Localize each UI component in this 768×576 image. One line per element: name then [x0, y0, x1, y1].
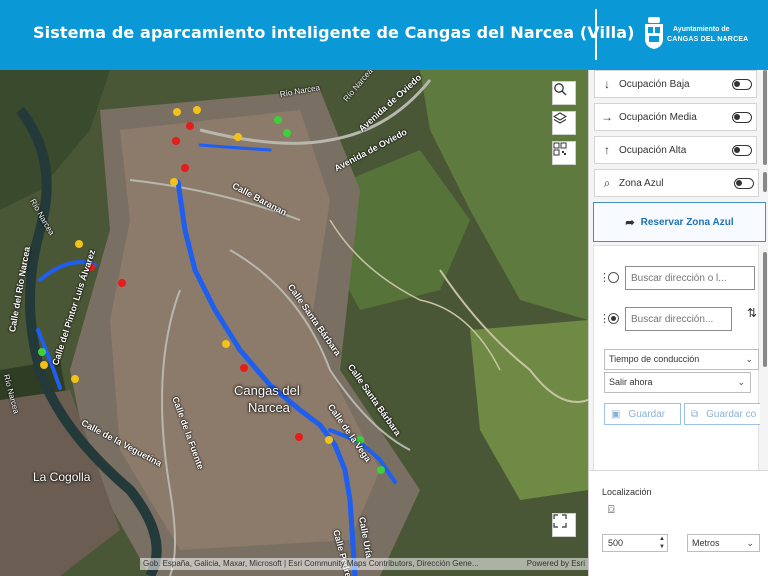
map-fullscreen-button[interactable]	[552, 513, 576, 537]
place-label: La Cogolla	[33, 470, 91, 484]
toggle-switch[interactable]	[732, 144, 752, 156]
powered-by-esri[interactable]: Powered by Esri	[527, 558, 585, 570]
route-layer	[36, 106, 397, 576]
travel-mode-select[interactable]: Tiempo de conducción ⌄	[604, 349, 759, 370]
stepper-icon[interactable]: ▲ ▼	[659, 535, 665, 551]
save-as-label: Guardar co	[706, 408, 757, 420]
save-label: Guardar	[628, 408, 666, 420]
map-layers-button[interactable]	[552, 111, 576, 135]
filter-label: Ocupación Alta	[619, 144, 687, 156]
origin-input[interactable]	[625, 266, 755, 290]
parking-marker-high[interactable]	[295, 433, 303, 441]
chevron-down-icon: ⌄	[737, 377, 745, 387]
mouse-icon[interactable]: ⌼	[608, 504, 615, 517]
filter-label: Ocupación Media	[619, 111, 697, 123]
route-path	[198, 143, 272, 152]
parking-marker-medium[interactable]	[234, 133, 242, 141]
qr-code-icon	[553, 142, 567, 156]
filters-scrollbar[interactable]	[763, 70, 767, 165]
parking-marker-medium[interactable]	[222, 340, 230, 348]
parking-marker-high[interactable]	[240, 364, 248, 372]
filter-blue-zone[interactable]: ⌕ Zona Azul	[594, 169, 759, 197]
map-search-button[interactable]	[552, 81, 576, 105]
distance-value: 500	[608, 538, 624, 548]
map-qr-button[interactable]	[552, 141, 576, 165]
app-title: Sistema de aparcamiento inteligente de C…	[33, 23, 635, 42]
unit-select[interactable]: Metros ⌄	[687, 534, 760, 552]
destination-radio[interactable]	[608, 313, 619, 324]
parking-marker-high[interactable]	[181, 164, 189, 172]
chevron-down-icon: ⌄	[745, 354, 753, 364]
filter-low-occupancy[interactable]: ↓ Ocupación Baja	[594, 70, 757, 98]
travel-mode-value: Tiempo de conducción	[609, 354, 700, 364]
parking-marker-high[interactable]	[186, 122, 194, 130]
satellite-map[interactable]: Avenida de Oviedo Avenida de Oviedo Call…	[0, 70, 588, 576]
unit-value: Metros	[692, 538, 720, 548]
route-path	[175, 179, 358, 576]
filter-high-occupancy[interactable]: ↑ Ocupación Alta	[594, 136, 757, 164]
location-widget: Localización ⌼ 500 ▲ ▼ Metros ⌄	[589, 470, 768, 576]
directions-scrollbar[interactable]	[763, 252, 767, 367]
parking-marker-low[interactable]	[283, 129, 291, 137]
swap-stops-icon[interactable]: ⇅	[747, 306, 757, 320]
arrow-up-icon: ↑	[604, 143, 610, 157]
save-route-button[interactable]: ▣ Guardar	[604, 403, 681, 425]
town-label: Narcea	[248, 400, 290, 415]
map-attribution: Gob. España, Galicia, Maxar, Microsoft |…	[140, 558, 588, 570]
header-divider	[595, 9, 597, 60]
filter-medium-occupancy[interactable]: → Ocupación Media	[594, 103, 757, 131]
parking-marker-medium[interactable]	[325, 436, 333, 444]
toggle-switch[interactable]	[734, 177, 754, 189]
destination-input[interactable]	[625, 307, 732, 331]
origin-stop: ⋮	[594, 266, 760, 290]
lightbulb-icon: ⌕	[603, 175, 611, 190]
parking-marker-medium[interactable]	[40, 361, 48, 369]
distance-input[interactable]: 500 ▲ ▼	[602, 534, 668, 552]
coat-of-arms-icon	[645, 17, 663, 49]
save-icon: ▣	[611, 408, 621, 420]
fullscreen-icon	[553, 514, 567, 528]
reserve-label: Reservar Zona Azul	[640, 216, 734, 228]
location-title: Localización	[602, 487, 652, 497]
share-arrow-icon: ➦	[625, 216, 635, 229]
search-icon	[554, 83, 567, 96]
reserve-blue-zone-button[interactable]: ➦ Reservar Zona Azul	[593, 202, 766, 242]
attribution-text: Gob. España, Galicia, Maxar, Microsoft |…	[143, 559, 479, 568]
app-header: Sistema de aparcamiento inteligente de C…	[0, 0, 768, 70]
arrow-right-icon: →	[601, 110, 613, 124]
layers-icon	[553, 112, 567, 124]
parking-marker-low[interactable]	[274, 116, 282, 124]
parking-marker-medium[interactable]	[75, 240, 83, 248]
municipality-logo: Ayuntamiento de CANGAS DEL NARCEA	[643, 17, 763, 53]
toggle-switch[interactable]	[732, 111, 752, 123]
toggle-switch[interactable]	[732, 78, 752, 90]
parking-marker-medium[interactable]	[170, 178, 178, 186]
side-panel: ↓ Ocupación Baja → Ocupación Media ↑ Ocu…	[588, 70, 768, 576]
parking-marker-medium[interactable]	[193, 106, 201, 114]
filter-label: Ocupación Baja	[619, 78, 690, 90]
departure-value: Salir ahora	[609, 377, 653, 387]
destination-stop: ⋮	[594, 307, 760, 331]
parking-marker-low[interactable]	[377, 466, 385, 474]
save-as-route-button[interactable]: ⧉ Guardar co	[684, 403, 760, 425]
chevron-down-icon: ⌄	[746, 538, 754, 548]
parking-marker-low[interactable]	[38, 348, 46, 356]
parking-marker-high[interactable]	[172, 137, 180, 145]
parking-marker-medium[interactable]	[71, 375, 79, 383]
copy-icon: ⧉	[691, 408, 699, 420]
departure-select[interactable]: Salir ahora ⌄	[604, 372, 751, 393]
filters-scrollbar[interactable]	[763, 172, 767, 192]
logo-text-line2: CANGAS DEL NARCEA	[667, 36, 749, 43]
arrow-down-icon: ↓	[604, 77, 610, 91]
town-label: Cangas del	[234, 383, 300, 398]
parking-marker-high[interactable]	[118, 279, 126, 287]
logo-text-line1: Ayuntamiento de	[673, 26, 730, 33]
parking-marker-medium[interactable]	[173, 108, 181, 116]
filter-label: Zona Azul	[619, 177, 664, 189]
origin-radio[interactable]	[608, 272, 619, 283]
